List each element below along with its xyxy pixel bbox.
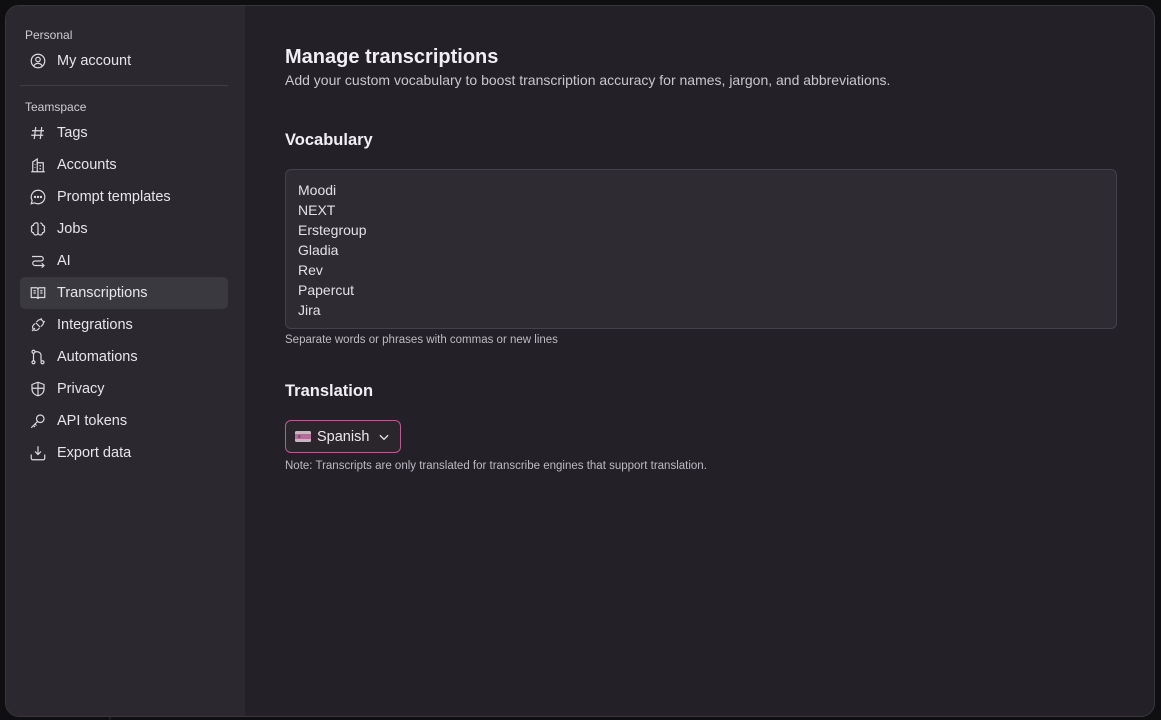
sidebar-item-label: API tokens — [57, 413, 128, 429]
sidebar-item-prompt-templates[interactable]: Prompt templates — [20, 181, 228, 213]
sidebar-item-label: My account — [57, 53, 132, 69]
sidebar-item-label: Privacy — [57, 381, 105, 397]
translation-note: Note: Transcripts are only translated fo… — [285, 460, 707, 472]
plug-icon — [29, 316, 47, 334]
sidebar-item-privacy[interactable]: Privacy — [20, 373, 228, 405]
sidebar-item-accounts[interactable]: Accounts — [20, 149, 228, 181]
vocabulary-textarea[interactable]: Moodi NEXT Erstegroup Gladia Rev Papercu… — [285, 169, 1117, 329]
sidebar-item-label: Accounts — [57, 157, 117, 173]
sidebar-item-ai[interactable]: AI — [20, 245, 228, 277]
chat-bubble-icon — [29, 188, 47, 206]
user-circle-icon — [29, 52, 47, 70]
sidebar-item-automations[interactable]: Automations — [20, 341, 228, 373]
sidebar-item-export-data[interactable]: Export data — [20, 437, 228, 469]
sidebar-divider — [20, 85, 228, 86]
sidebar-item-label: Tags — [57, 125, 88, 141]
main-content: Manage transcriptions Add your custom vo… — [285, 6, 1117, 716]
sidebar-item-jobs[interactable]: Jobs — [20, 213, 228, 245]
sidebar-item-label: Jobs — [57, 221, 88, 237]
sidebar-item-integrations[interactable]: Integrations — [20, 309, 228, 341]
section-label-personal: Personal — [25, 28, 73, 42]
language-select-value: Spanish — [317, 428, 370, 445]
page-subtitle: Add your custom vocabulary to boost tran… — [285, 72, 891, 88]
download-tray-icon — [29, 444, 47, 462]
sidebar-item-label: Transcriptions — [57, 285, 148, 301]
vocabulary-hint: Separate words or phrases with commas or… — [285, 334, 558, 346]
chevron-down-icon — [377, 430, 391, 444]
sidebar-item-label: AI — [57, 253, 71, 269]
flag-icon — [295, 431, 311, 442]
sidebar-item-label: Integrations — [57, 317, 133, 333]
page-title: Manage transcriptions — [285, 46, 499, 68]
sidebar-item-label: Automations — [57, 349, 138, 365]
sidebar-item-api-tokens[interactable]: API tokens — [20, 405, 228, 437]
sidebar-item-label: Prompt templates — [57, 189, 171, 205]
section-label-teamspace: Teamspace — [25, 100, 87, 114]
sidebar-item-label: Export data — [57, 445, 132, 461]
key-icon — [29, 412, 47, 430]
book-open-icon — [29, 284, 47, 302]
sidebar-item-tags[interactable]: Tags — [20, 117, 228, 149]
shield-icon — [29, 380, 47, 398]
settings-modal: Personal My account Teamspace Tags Accou… — [5, 5, 1155, 717]
sidebar: Personal My account Teamspace Tags Accou… — [6, 6, 245, 716]
vocabulary-heading: Vocabulary — [285, 131, 373, 149]
hash-icon — [29, 124, 47, 142]
route-icon — [29, 252, 47, 270]
git-branch-icon — [29, 348, 47, 366]
sidebar-item-transcriptions[interactable]: Transcriptions — [20, 277, 228, 309]
sidebar-item-my-account[interactable]: My account — [20, 45, 228, 77]
brain-icon — [29, 220, 47, 238]
building-icon — [29, 156, 47, 174]
language-select[interactable]: Spanish — [285, 420, 401, 453]
translation-heading: Translation — [285, 382, 374, 400]
